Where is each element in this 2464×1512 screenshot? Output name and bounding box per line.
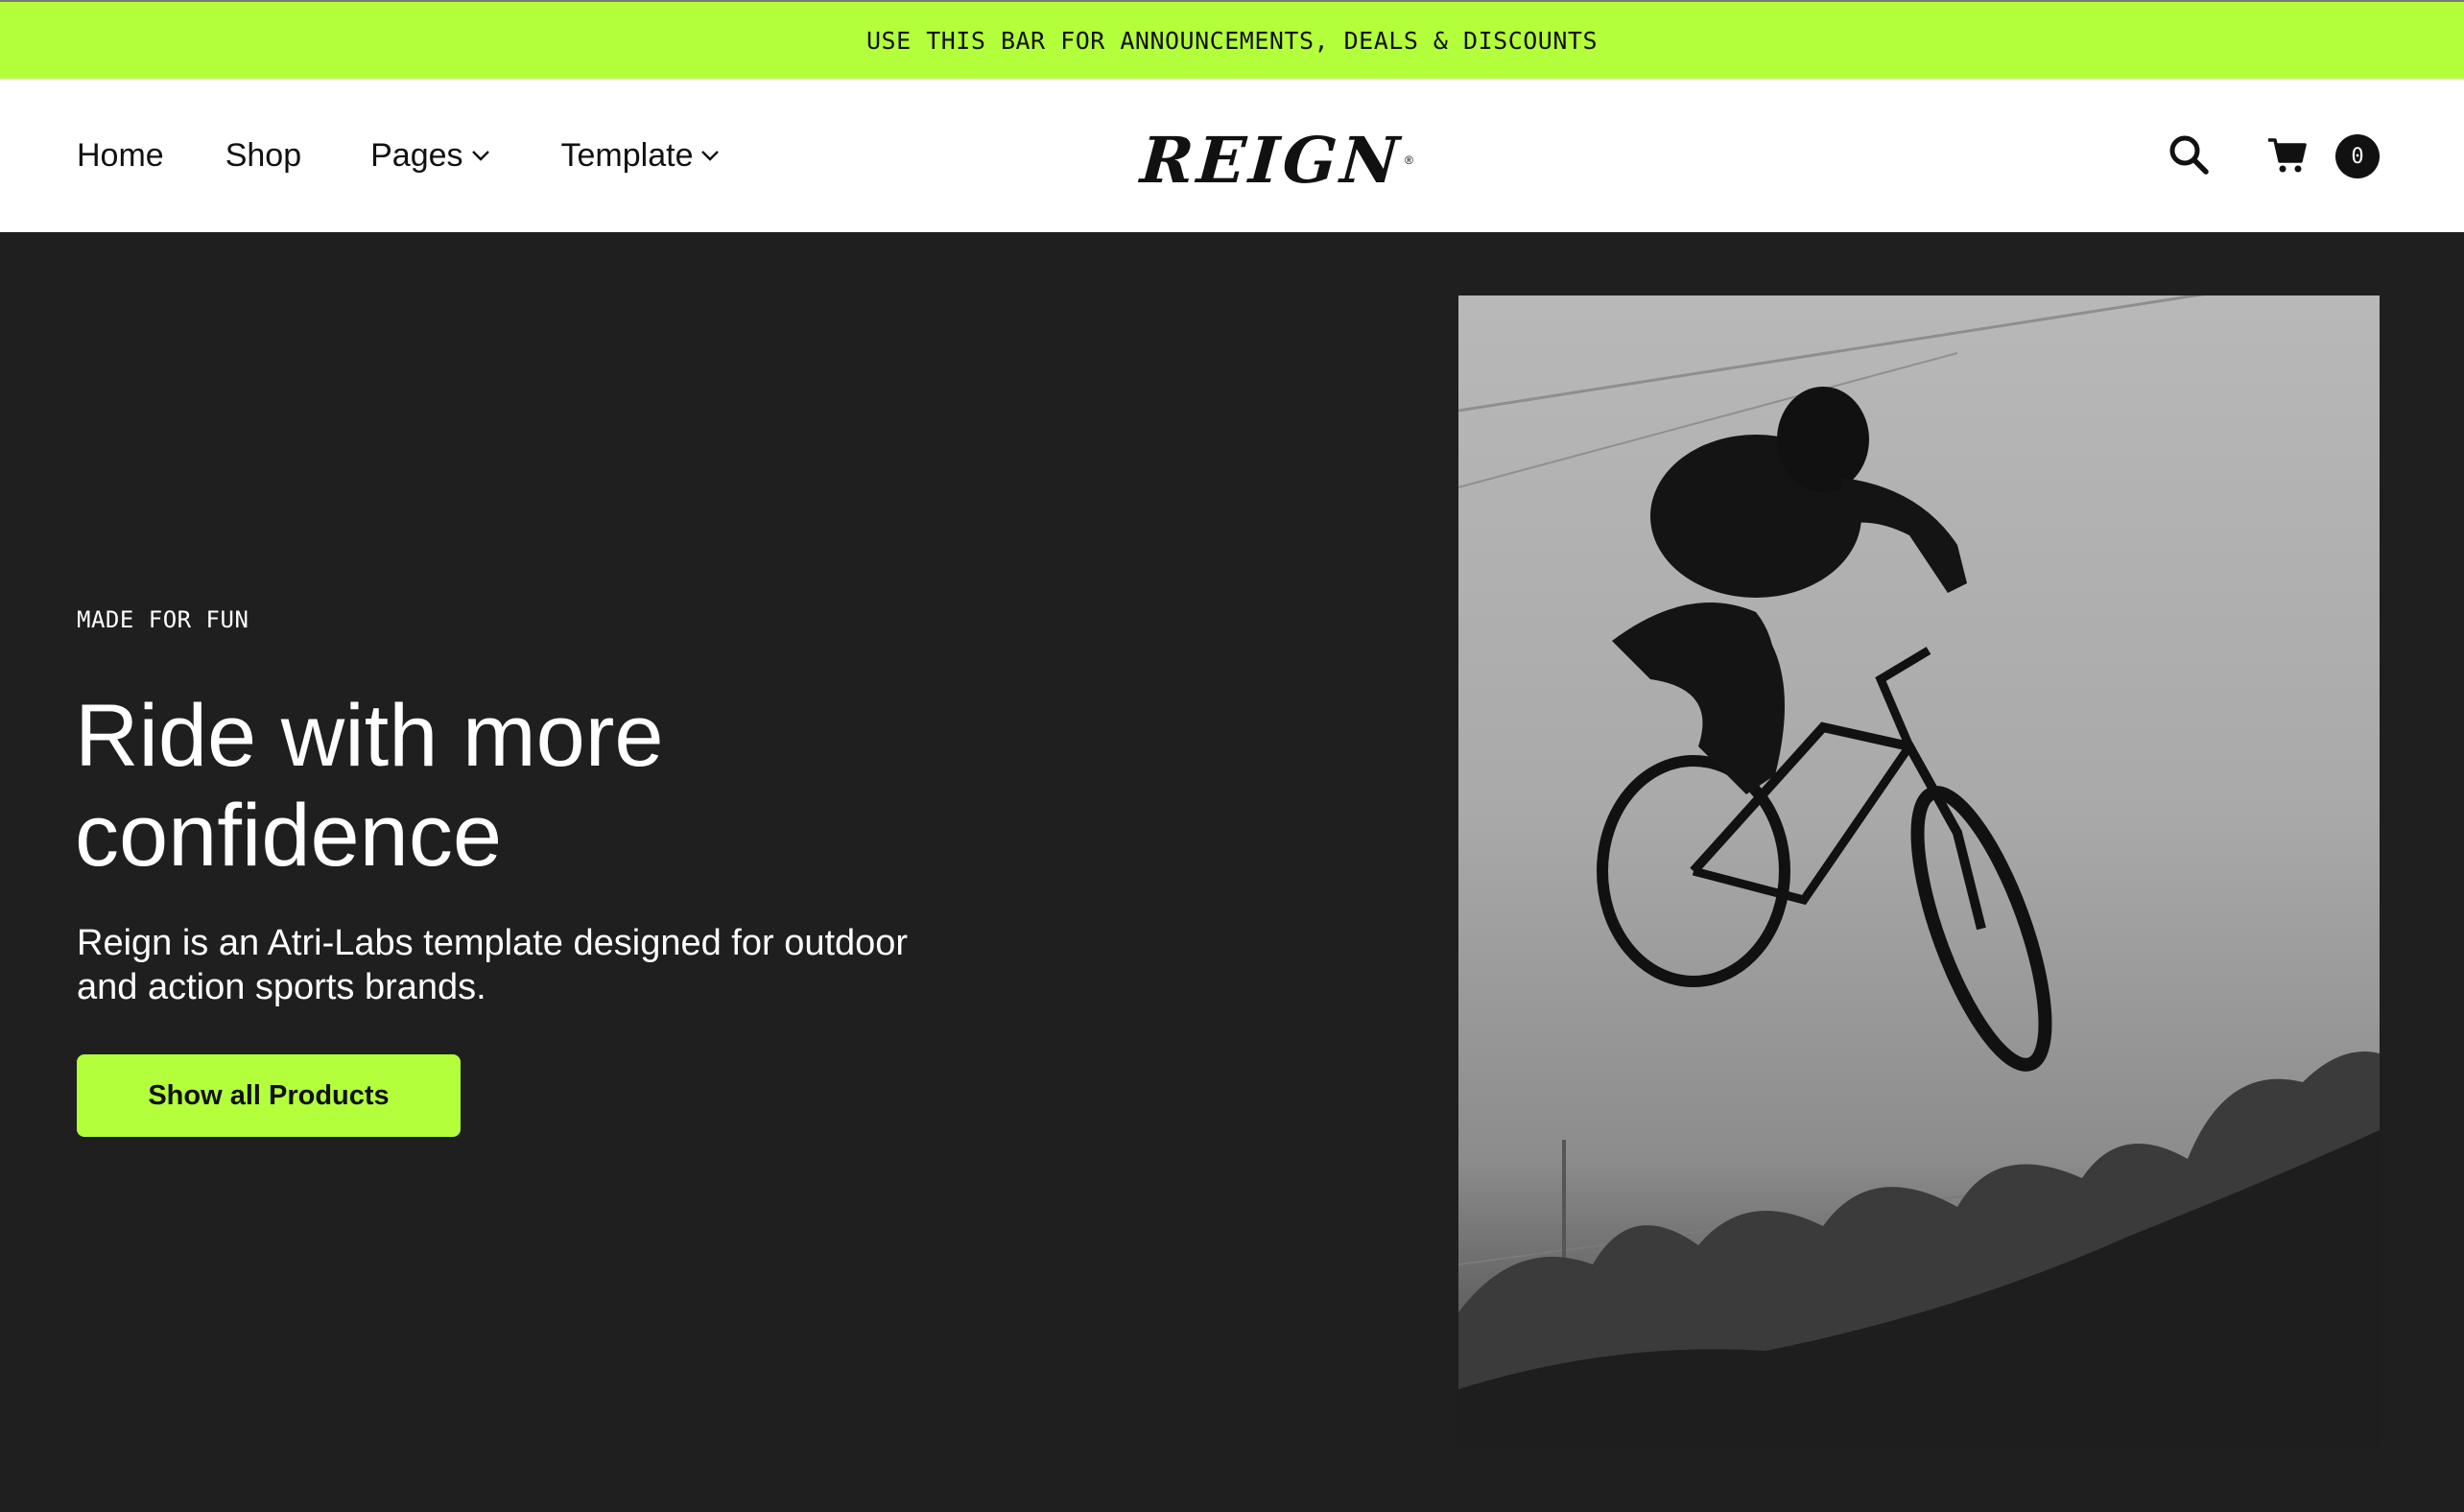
hero-image [1458, 295, 2380, 1447]
hero-headline: Ride with more confidence [75, 687, 664, 885]
logo-text: REIGN [1138, 123, 1406, 198]
cart-count-badge[interactable]: 0 [2335, 134, 2380, 178]
cart-count-value: 0 [2351, 144, 2364, 169]
hero-eyebrow: MADE FOR FUN [77, 606, 249, 633]
nav-label-home: Home [77, 136, 164, 174]
bmx-rider-illustration [1458, 295, 2380, 1447]
search-button[interactable] [2167, 132, 2211, 177]
hero-description: Reign is an Atri-Labs template designed … [77, 923, 909, 1007]
logo-registered-mark: ® [1404, 154, 1413, 167]
nav-item-pages[interactable]: Pages [370, 137, 489, 175]
brand-logo[interactable]: REIGN ® [1138, 123, 1412, 198]
chevron-down-icon [700, 150, 720, 161]
main-nav: Home Shop Pages Template [77, 79, 781, 232]
search-icon [2169, 135, 2209, 175]
site-header: Home Shop Pages Template REIGN ® 0 [0, 79, 2464, 232]
announcement-text: USE THIS BAR FOR ANNOUNCEMENTS, DEALS & … [865, 26, 1598, 55]
nav-item-shop[interactable]: Shop [225, 137, 301, 175]
nav-label-pages: Pages [370, 136, 463, 174]
nav-item-template[interactable]: Template [561, 137, 721, 175]
cart-icon [2268, 138, 2307, 173]
show-all-products-button[interactable]: Show all Products [77, 1054, 461, 1137]
chevron-down-icon [471, 150, 490, 161]
nav-item-home[interactable]: Home [77, 137, 164, 175]
cart-button[interactable] [2266, 134, 2309, 177]
cta-label: Show all Products [148, 1079, 390, 1111]
nav-label-template: Template [560, 136, 694, 174]
nav-label-shop: Shop [225, 136, 302, 174]
announcement-bar: USE THIS BAR FOR ANNOUNCEMENTS, DEALS & … [0, 0, 2464, 79]
